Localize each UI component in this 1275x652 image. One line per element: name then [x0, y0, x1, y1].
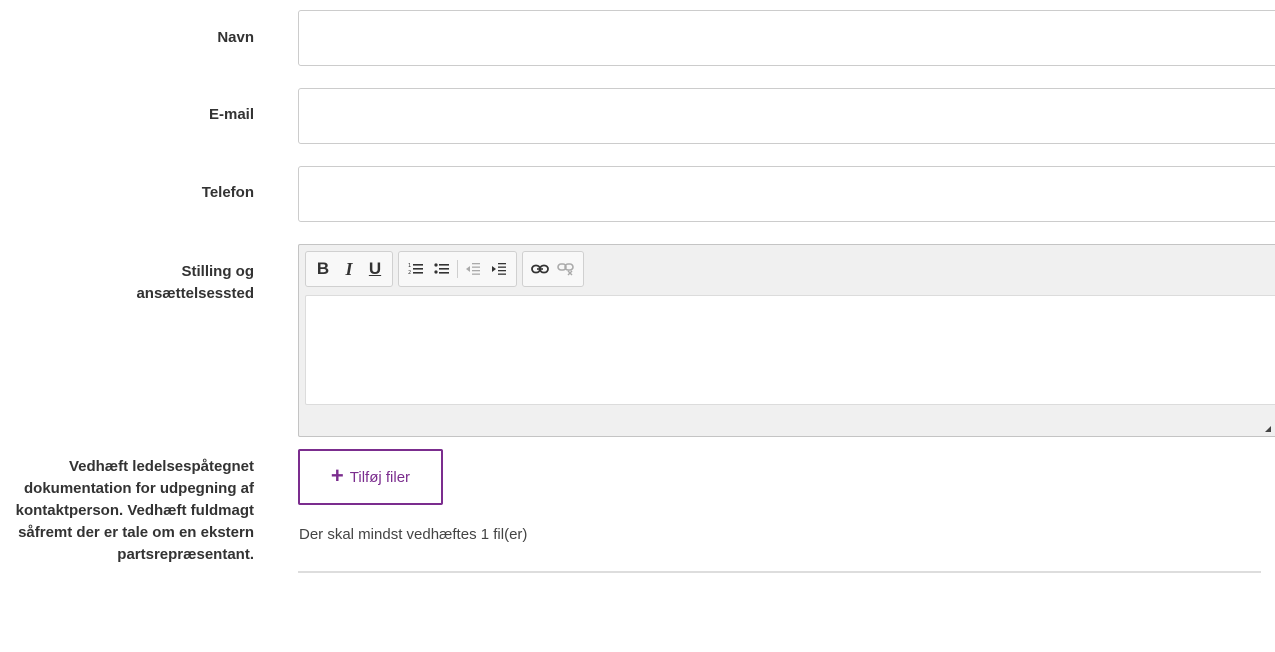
attachment-label: Vedhæft ledelsespåtegnet dokumentation f… [15, 458, 254, 563]
underline-button[interactable]: U [362, 255, 388, 283]
italic-icon: I [345, 258, 353, 279]
link-button[interactable] [527, 255, 553, 283]
bulleted-list-icon [434, 263, 449, 274]
phone-input[interactable] [298, 166, 1275, 222]
indent-icon [492, 263, 506, 275]
name-label: Navn [217, 29, 254, 46]
indent-button[interactable] [486, 255, 512, 283]
divider [298, 571, 1261, 573]
contact-person-form: Navn E-mail Telefon Stilling og ansættel… [0, 0, 1275, 652]
underline-icon: U [368, 259, 382, 278]
unlink-icon [557, 263, 574, 276]
bulleted-list-button[interactable] [429, 255, 455, 283]
plus-icon: + [330, 463, 344, 488]
outdent-button[interactable] [460, 255, 486, 283]
bold-button[interactable]: B [310, 255, 336, 283]
unlink-button[interactable] [553, 255, 579, 283]
editor-toolbar: B I U 1 2 [305, 251, 584, 288]
resize-handle[interactable] [1265, 426, 1271, 432]
svg-text:1: 1 [408, 263, 411, 269]
name-input[interactable] [298, 10, 1275, 66]
link-icon [531, 264, 549, 274]
email-input[interactable] [298, 88, 1275, 144]
bold-icon: B [316, 259, 330, 278]
position-label: Stilling og ansættelsessted [136, 263, 254, 302]
list-group: 1 2 [398, 251, 517, 287]
phone-label: Telefon [201, 184, 254, 201]
email-label: E-mail [208, 106, 254, 123]
position-editor-content[interactable] [305, 295, 1275, 405]
position-rich-text-editor: B I U 1 2 [298, 244, 1275, 437]
italic-button[interactable]: I [336, 255, 362, 283]
outdent-icon [466, 263, 480, 275]
numbered-list-icon: 1 2 [408, 263, 423, 276]
link-group [522, 251, 584, 287]
attachment-hint: Der skal mindst vedhæftes 1 fil(er) [299, 526, 528, 543]
add-files-label: Tilføj filer [349, 468, 411, 486]
formatting-group: B I U [305, 251, 393, 287]
toolbar-separator [457, 260, 458, 278]
svg-text:2: 2 [408, 270, 411, 276]
add-files-button[interactable]: + Tilføj filer [298, 449, 443, 505]
numbered-list-button[interactable]: 1 2 [403, 255, 429, 283]
